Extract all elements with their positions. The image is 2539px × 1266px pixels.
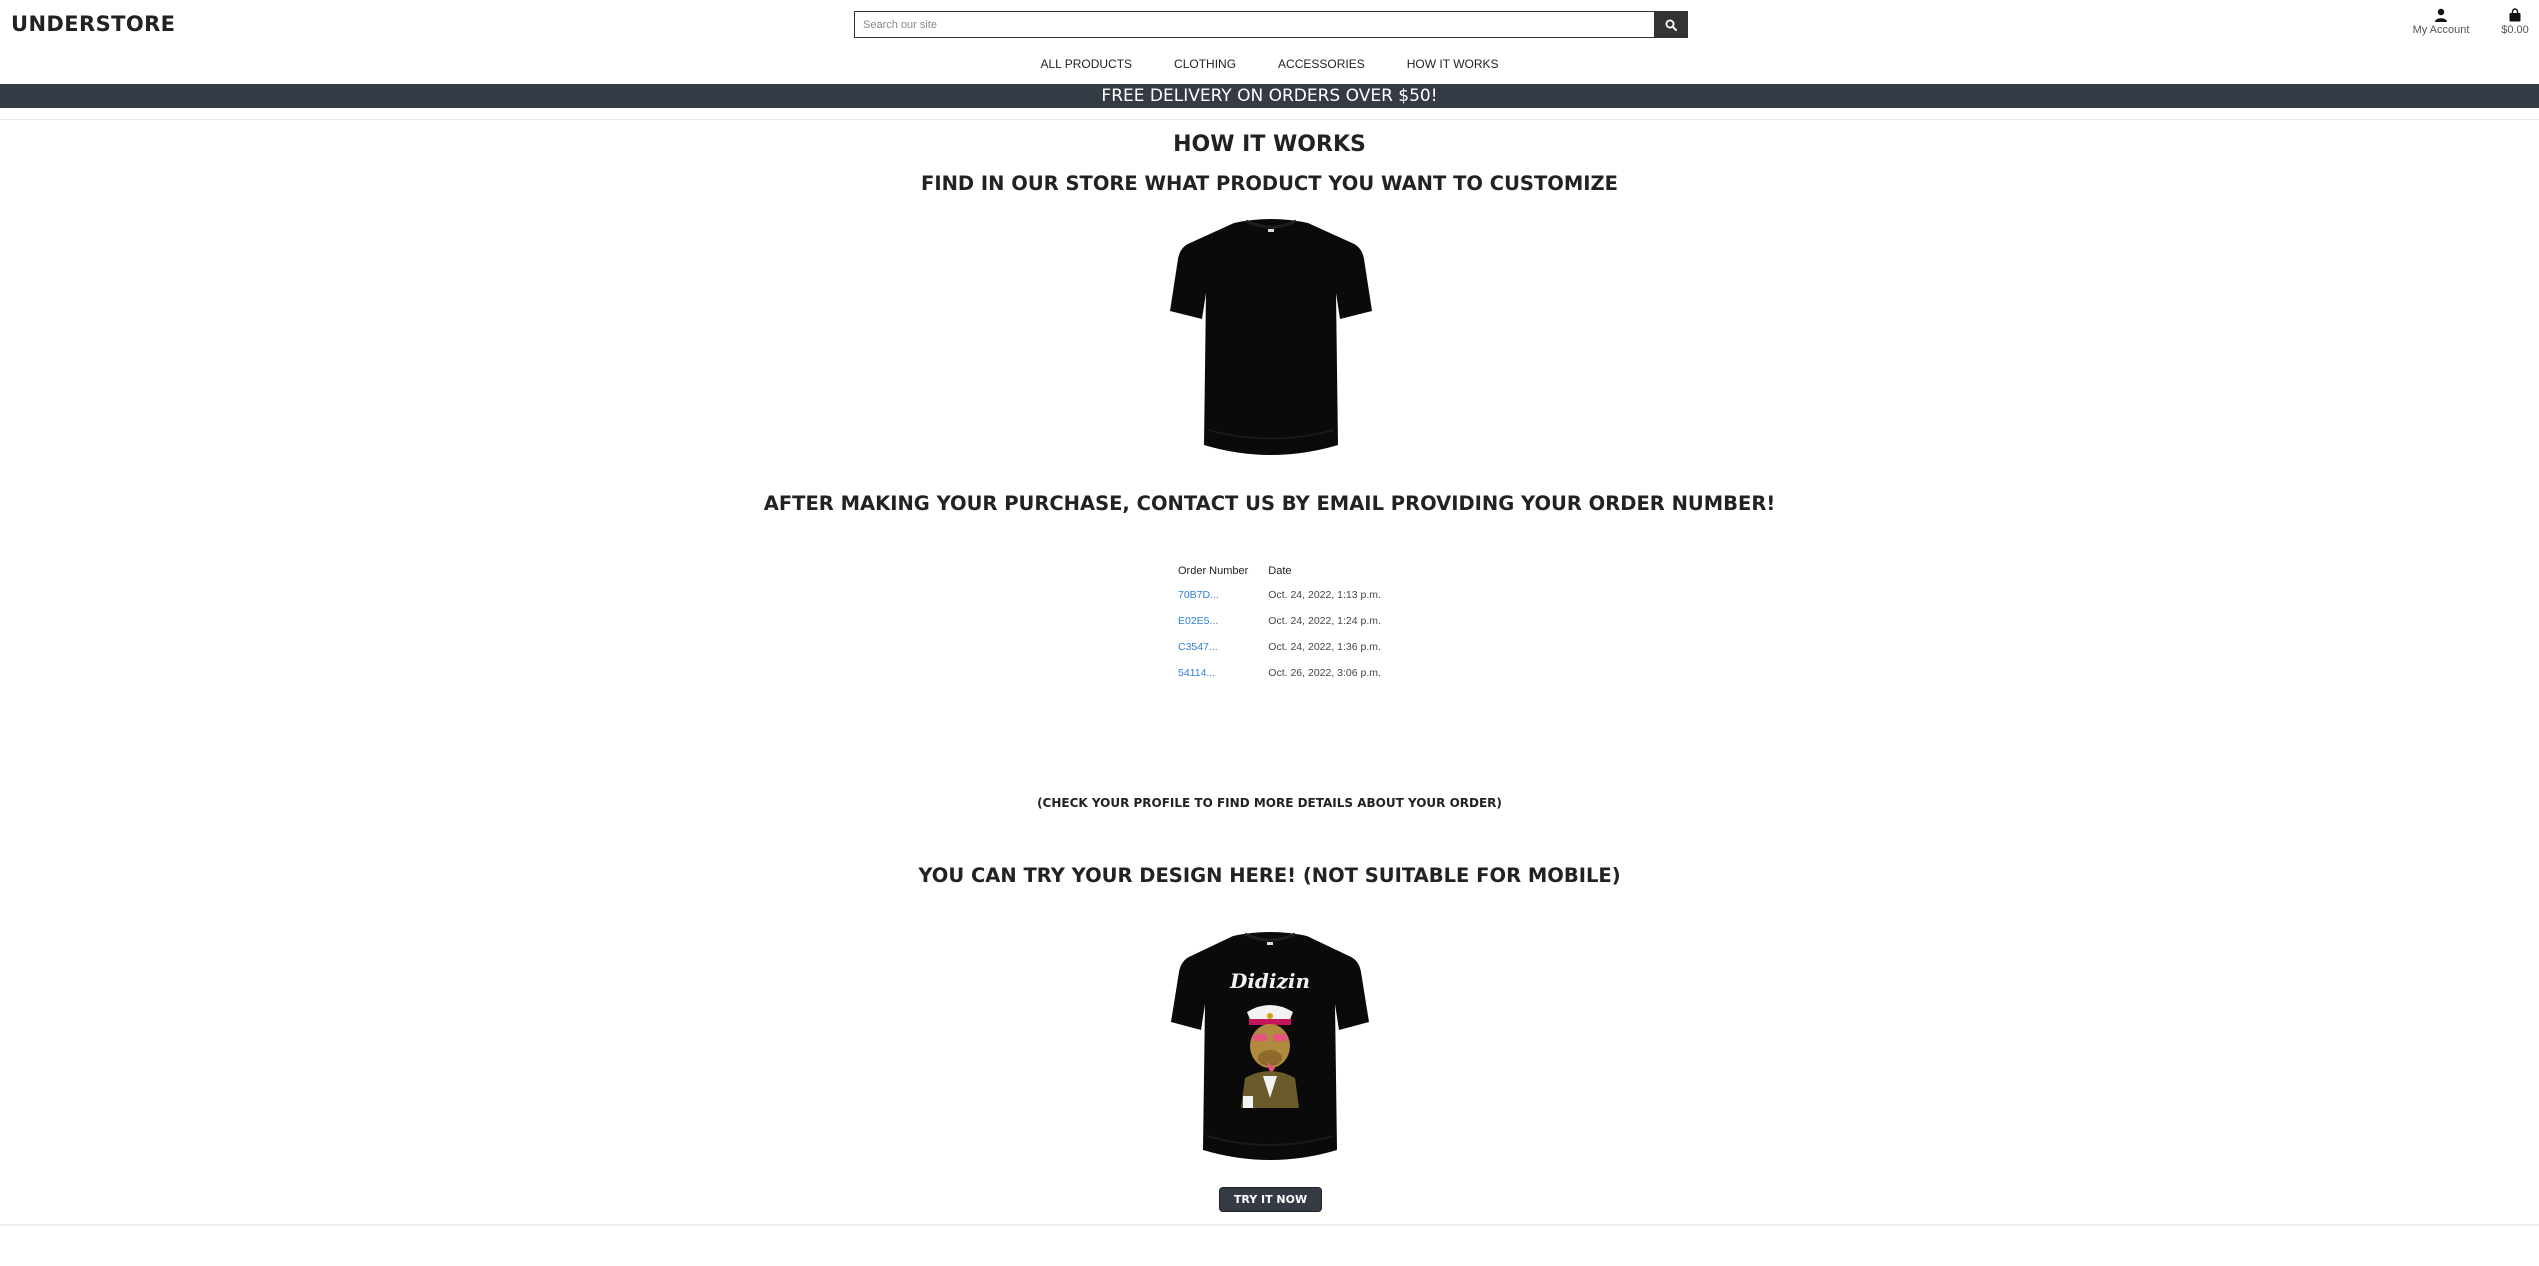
orders-table: Order Number Date 70B7D... Oct. 24, 2022… xyxy=(1178,560,1401,686)
user-icon xyxy=(2435,8,2447,22)
search-button[interactable] xyxy=(1654,11,1688,38)
order-date: Oct. 24, 2022, 1:36 p.m. xyxy=(1268,641,1381,653)
column-order-number: Order Number xyxy=(1178,565,1249,577)
footer-divider xyxy=(0,1224,2539,1226)
table-row: 54114... Oct. 26, 2022, 3:06 p.m. xyxy=(1178,660,1401,686)
cart-link[interactable]: $0.00 xyxy=(2496,8,2534,36)
design-text: Didizin xyxy=(1229,969,1310,993)
column-date: Date xyxy=(1268,565,1292,577)
order-link[interactable]: E02E5... xyxy=(1178,615,1218,627)
table-row: 70B7D... Oct. 24, 2022, 1:13 p.m. xyxy=(1178,582,1401,608)
try-it-now-button[interactable]: TRY IT NOW xyxy=(1220,1188,1321,1211)
step-three-heading: YOU CAN TRY YOUR DESIGN HERE! (NOT SUITA… xyxy=(918,864,1621,887)
bag-icon xyxy=(2509,8,2521,22)
search-input[interactable] xyxy=(854,11,1654,38)
step-one-heading: FIND IN OUR STORE WHAT PRODUCT YOU WANT … xyxy=(921,172,1618,195)
page-title: HOW IT WORKS xyxy=(1173,132,1366,157)
divider xyxy=(0,119,2539,120)
page: UNDERSTORE My Account $0.00 ALL PRODUCTS… xyxy=(0,0,2539,1266)
search-icon xyxy=(1665,19,1677,31)
order-date: Oct. 26, 2022, 3:06 p.m. xyxy=(1268,667,1381,679)
my-account-link[interactable]: My Account xyxy=(2406,8,2476,36)
order-date: Oct. 24, 2022, 1:24 p.m. xyxy=(1268,615,1381,627)
profile-note: (CHECK YOUR PROFILE TO FIND MORE DETAILS… xyxy=(1037,796,1502,810)
order-link[interactable]: 54114... xyxy=(1178,667,1215,679)
table-row: C3547... Oct. 24, 2022, 1:36 p.m. xyxy=(1178,634,1401,660)
table-row: E02E5... Oct. 24, 2022, 1:24 p.m. xyxy=(1178,608,1401,634)
order-link[interactable]: 70B7D... xyxy=(1178,589,1219,601)
nav-how-it-works[interactable]: HOW IT WORKS xyxy=(1386,57,1520,71)
site-logo[interactable]: UNDERSTORE xyxy=(11,12,175,36)
cart-total: $0.00 xyxy=(2501,24,2529,36)
orders-table-header: Order Number Date xyxy=(1178,560,1401,582)
black-tshirt-image xyxy=(1170,219,1372,455)
delivery-banner: FREE DELIVERY ON ORDERS OVER $50! xyxy=(0,84,2539,108)
step-two-heading: AFTER MAKING YOUR PURCHASE, CONTACT US B… xyxy=(763,492,1776,515)
nav-all-products[interactable]: ALL PRODUCTS xyxy=(1019,57,1153,71)
search-bar xyxy=(854,11,1688,38)
my-account-label: My Account xyxy=(2412,24,2470,36)
main-nav: ALL PRODUCTS CLOTHING ACCESSORIES HOW IT… xyxy=(0,57,2539,71)
order-date: Oct. 24, 2022, 1:13 p.m. xyxy=(1268,589,1381,601)
order-link[interactable]: C3547... xyxy=(1178,641,1218,653)
custom-design-tshirt-image[interactable]: Didizin xyxy=(1167,928,1373,1170)
nav-clothing[interactable]: CLOTHING xyxy=(1153,57,1257,71)
nav-accessories[interactable]: ACCESSORIES xyxy=(1257,57,1386,71)
